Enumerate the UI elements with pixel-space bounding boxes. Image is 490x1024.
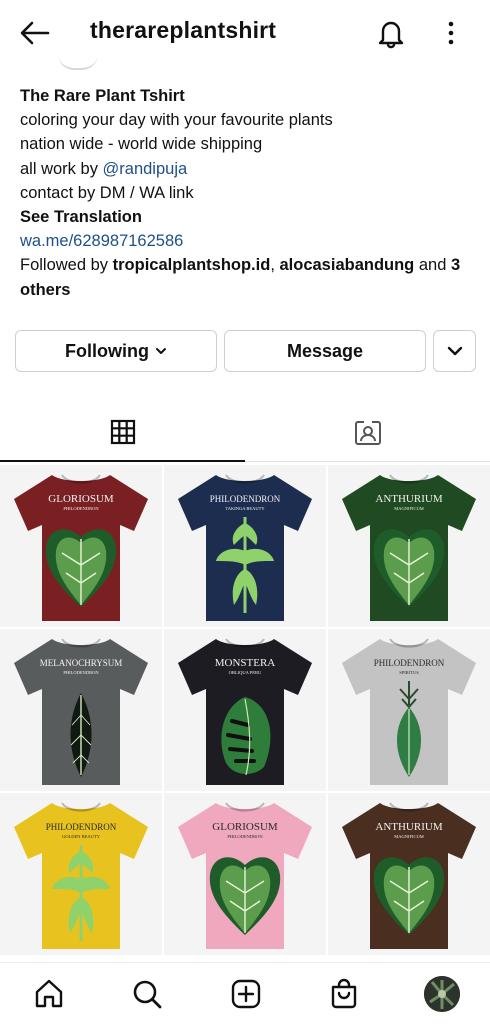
followed-by-text[interactable]: Followed by tropicalplantshop.id, alocas…	[20, 253, 480, 301]
message-label: Message	[286, 340, 364, 361]
shirt-subtitle-text: PHILODENDRON	[227, 834, 263, 839]
followed-user[interactable]: alocasiabandung	[279, 256, 414, 274]
bio-text: all work by	[20, 159, 103, 178]
tshirt-image: PHILODENDRON SPIRITUS	[328, 629, 490, 791]
shirt-subtitle-text: OBLIQUA PERU	[229, 670, 262, 675]
post-thumbnail[interactable]: PHILODENDRON GOLDEN BEAUTY	[0, 793, 162, 955]
tshirt-image: ANTHURIUMMAGNIFICUM	[328, 465, 490, 627]
shirt-subtitle-text: MAGNIFICUM	[394, 506, 424, 511]
shirt-title-text: GLORIOSUM	[48, 493, 114, 505]
post-thumbnail[interactable]: ANTHURIUM MAGNIFICUM	[328, 793, 490, 955]
bell-icon[interactable]	[374, 16, 408, 50]
tshirt-image: MONSTERAOBLIQUA PERU	[164, 629, 326, 791]
following-button[interactable]: Following	[15, 330, 217, 372]
bottom-navigation	[0, 962, 490, 1024]
see-translation-link[interactable]: See Translation	[20, 205, 480, 229]
mention-link[interactable]: @randipuja	[103, 160, 188, 178]
post-thumbnail[interactable]: PHILODENDRON SPIRITUS	[328, 629, 490, 791]
shirt-subtitle-text: PHILODENDRON	[63, 670, 99, 675]
avatar-image	[424, 976, 460, 1012]
tshirt-image: PHILODENDRON TAKINGA BEAUTY	[164, 465, 326, 627]
shop-bag-icon[interactable]	[327, 977, 361, 1011]
and-text: and	[414, 256, 451, 275]
suggested-accounts-button[interactable]	[433, 330, 476, 372]
tab-posts-grid[interactable]	[0, 404, 245, 462]
home-icon[interactable]	[32, 977, 66, 1011]
shirt-subtitle-text: PHILODENDRON	[63, 506, 99, 511]
search-icon[interactable]	[130, 977, 164, 1011]
followed-prefix: Followed by	[20, 256, 113, 275]
chevron-down-icon	[447, 346, 462, 356]
profile-bio: The Rare Plant Tshirt coloring your day …	[20, 84, 480, 302]
shirt-title-text: ANTHURIUM	[375, 493, 442, 505]
shirt-title-text: MELANOCHRYSUM	[40, 658, 123, 668]
arrow-left-icon[interactable]	[18, 16, 52, 50]
tshirt-image: MELANOCHRYSUM PHILODENDRON	[0, 629, 162, 791]
shirt-subtitle-text: TAKINGA BEAUTY	[225, 506, 265, 511]
followed-user[interactable]: tropicalplantshop.id	[113, 256, 271, 274]
post-thumbnail[interactable]: GLORIOSUM PHILODENDRON	[0, 465, 162, 627]
post-thumbnail[interactable]: MELANOCHRYSUM PHILODENDRON	[0, 629, 162, 791]
profile-name: The Rare Plant Tshirt	[20, 87, 185, 105]
shirt-title-text: ANTHURIUM	[375, 821, 442, 833]
bio-line: coloring your day with your favourite pl…	[20, 111, 333, 130]
tshirt-image: ANTHURIUMMAGNIFICUM	[328, 793, 490, 955]
tab-tagged[interactable]	[245, 404, 490, 462]
tshirt-image: PHILODENDRON GOLDEN BEAUTY	[0, 793, 162, 955]
shirt-title-text: GLORIOSUM	[212, 821, 278, 833]
following-label: Following	[65, 340, 149, 361]
bio-line: all work by @randipuja	[20, 157, 480, 181]
tagged-person-icon	[354, 420, 381, 445]
add-post-icon[interactable]	[229, 977, 263, 1011]
shirt-title-text: MONSTERA	[215, 657, 276, 669]
bio-line: nation wide - world wide shipping	[20, 135, 263, 154]
post-thumbnail[interactable]: PHILODENDRON TAKINGA BEAUTY	[164, 465, 326, 627]
profile-username: therareplantshirt	[90, 17, 277, 43]
post-thumbnail[interactable]: MONSTERA OBLIQUA PERU	[164, 629, 326, 791]
bio-line: contact by DM / WA link	[20, 183, 194, 202]
shirt-title-text: PHILODENDRON	[374, 658, 445, 668]
shirt-title-text: PHILODENDRON	[210, 494, 281, 504]
message-button[interactable]: Message	[224, 330, 426, 372]
shirt-subtitle-text: MAGNIFICUM	[394, 834, 424, 839]
shirt-subtitle-text: GOLDEN BEAUTY	[62, 834, 101, 839]
shirt-subtitle-text: SPIRITUS	[399, 670, 419, 675]
post-thumbnail[interactable]: ANTHURIUM MAGNIFICUM	[328, 465, 490, 627]
tshirt-image: GLORIOSUMPHILODENDRON	[0, 465, 162, 627]
tshirt-image: GLORIOSUMPHILODENDRON	[164, 793, 326, 955]
website-link[interactable]: wa.me/628987162586	[20, 229, 480, 253]
profile-tabs	[0, 404, 490, 462]
shirt-title-text: PHILODENDRON	[46, 822, 117, 832]
more-vertical-icon[interactable]	[440, 18, 462, 48]
grid-icon	[110, 419, 135, 445]
profile-picture-edge	[58, 54, 98, 70]
post-thumbnail[interactable]: GLORIOSUM PHILODENDRON	[164, 793, 326, 955]
chevron-down-icon	[155, 348, 166, 354]
profile-avatar[interactable]	[424, 976, 460, 1012]
